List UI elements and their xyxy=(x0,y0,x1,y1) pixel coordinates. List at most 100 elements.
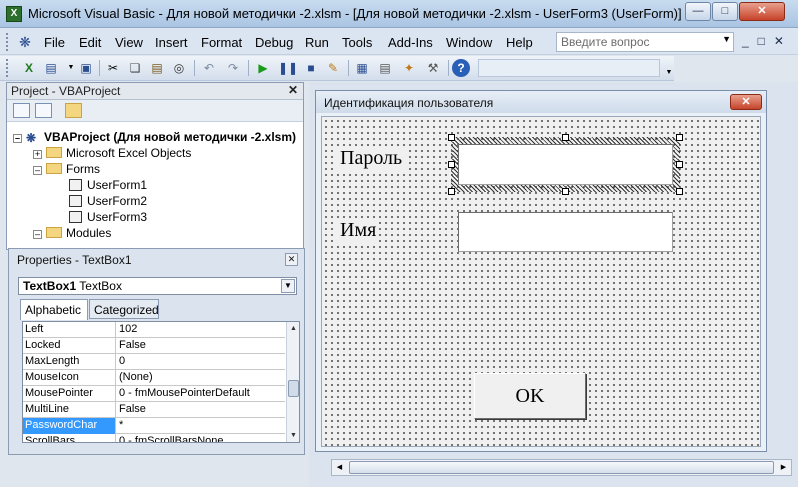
scroll-down-icon[interactable]: ▼ xyxy=(287,429,299,442)
property-row[interactable]: MultiLine False xyxy=(23,402,285,418)
menu-add-ins[interactable]: Add-Ins xyxy=(388,35,433,50)
password-textbox[interactable] xyxy=(458,144,673,185)
resize-handle[interactable] xyxy=(562,134,569,141)
menu-view[interactable]: View xyxy=(115,35,143,50)
menu-debug[interactable]: Debug xyxy=(255,35,293,50)
tree-item-userform3[interactable]: UserForm3 xyxy=(69,209,147,225)
tree-item-userform1[interactable]: UserForm1 xyxy=(69,177,147,193)
property-value[interactable]: * xyxy=(119,418,123,433)
cut-icon[interactable]: ✂ xyxy=(104,59,122,77)
chevron-down-icon[interactable]: ▼ xyxy=(660,64,678,82)
property-row[interactable]: Locked False xyxy=(23,338,285,354)
maximize-button[interactable]: □ xyxy=(712,2,738,21)
copy-icon[interactable]: ❏ xyxy=(126,59,144,77)
property-value[interactable]: False xyxy=(119,338,146,353)
menu-format[interactable]: Format xyxy=(201,35,242,50)
scroll-thumb[interactable] xyxy=(288,380,299,397)
undo-icon[interactable]: ↶ xyxy=(200,59,218,77)
menu-run[interactable]: Run xyxy=(305,35,329,50)
chevron-down-icon[interactable]: ▼ xyxy=(281,279,295,293)
view-object-icon[interactable] xyxy=(35,103,52,118)
chevron-down-icon[interactable]: ▼ xyxy=(722,34,731,44)
property-value[interactable]: 102 xyxy=(119,322,137,337)
project-explorer-icon[interactable]: ▦ xyxy=(353,59,371,77)
horizontal-scrollbar[interactable]: ◀ ▶ xyxy=(331,459,792,476)
toolbar-grip[interactable] xyxy=(6,59,9,77)
excel-view-icon[interactable]: X xyxy=(20,59,38,77)
property-value[interactable]: 0 xyxy=(119,354,125,369)
save-icon[interactable]: ▣ xyxy=(77,59,95,77)
userform-canvas[interactable]: Пароль Имя OK xyxy=(321,116,761,447)
scroll-left-icon[interactable]: ◀ xyxy=(332,460,347,475)
properties-window-icon[interactable]: ▤ xyxy=(376,59,394,77)
scroll-right-icon[interactable]: ▶ xyxy=(776,460,791,475)
resize-handle[interactable] xyxy=(676,161,683,168)
scroll-up-icon[interactable]: ▲ xyxy=(287,322,299,335)
run-icon[interactable]: ▶ xyxy=(254,59,272,77)
object-browser-icon[interactable]: ✦ xyxy=(400,59,418,77)
menu-file[interactable]: File xyxy=(44,35,65,50)
name-textbox[interactable] xyxy=(458,212,673,252)
tree-item-userform2[interactable]: UserForm2 xyxy=(69,193,147,209)
toolbox-icon[interactable]: ⚒ xyxy=(424,59,442,77)
insert-userform-icon[interactable]: ▤ xyxy=(42,59,60,77)
close-icon[interactable]: ✕ xyxy=(286,84,300,98)
close-button[interactable]: ✕ xyxy=(739,2,785,21)
close-icon[interactable]: ✕ xyxy=(285,253,298,266)
property-row[interactable]: ScrollBars 0 - fmScrollBarsNone xyxy=(23,434,285,442)
mdi-window-buttons[interactable]: _□✕ xyxy=(742,34,793,48)
resize-handle[interactable] xyxy=(676,134,683,141)
find-icon[interactable]: ◎ xyxy=(170,59,188,77)
expand-icon[interactable]: + xyxy=(33,150,42,159)
resize-handle[interactable] xyxy=(448,161,455,168)
collapse-icon[interactable]: – xyxy=(33,166,42,175)
paste-icon[interactable]: ▤ xyxy=(148,59,166,77)
userform-caption: Идентификация пользователя xyxy=(324,96,494,110)
minimize-button[interactable]: — xyxy=(685,2,711,21)
scroll-thumb[interactable] xyxy=(349,461,774,474)
redo-icon[interactable]: ↷ xyxy=(224,59,242,77)
break-icon[interactable]: ❚❚ xyxy=(278,59,298,77)
tab-categorized[interactable]: Categorized xyxy=(89,299,159,319)
menu-insert[interactable]: Insert xyxy=(155,35,188,50)
userform-window[interactable]: Идентификация пользователя ✕ Пароль Имя … xyxy=(315,90,767,452)
menu-help[interactable]: Help xyxy=(506,35,533,50)
resize-handle[interactable] xyxy=(676,188,683,195)
property-value[interactable]: (None) xyxy=(119,370,153,385)
property-value[interactable]: 0 - fmMousePointerDefault xyxy=(119,386,250,401)
menu-edit[interactable]: Edit xyxy=(79,35,101,50)
resize-handle[interactable] xyxy=(448,188,455,195)
property-value[interactable]: False xyxy=(119,402,146,417)
collapse-icon[interactable]: – xyxy=(33,230,42,239)
userform-close-button[interactable]: ✕ xyxy=(730,94,762,110)
label-password[interactable]: Пароль xyxy=(337,147,406,170)
tree-item-excel-objects[interactable]: + Microsoft Excel Objects xyxy=(33,145,191,161)
help-icon[interactable]: ? xyxy=(452,59,470,77)
reset-icon[interactable]: ■ xyxy=(302,59,320,77)
toolbar-grip[interactable] xyxy=(6,33,9,51)
label-name[interactable]: Имя xyxy=(337,219,380,242)
menu-tools[interactable]: Tools xyxy=(342,35,372,50)
ok-button[interactable]: OK xyxy=(474,373,586,419)
tab-alphabetic[interactable]: Alphabetic xyxy=(20,299,88,320)
resize-handle[interactable] xyxy=(562,188,569,195)
ask-question-box[interactable]: Введите вопрос ▼ xyxy=(556,32,734,52)
tree-item-forms[interactable]: – Forms xyxy=(33,161,100,177)
object-selector[interactable]: TextBox1 TextBox ▼ xyxy=(18,277,297,295)
design-mode-icon[interactable]: ✎ xyxy=(324,59,342,77)
property-row[interactable]: MaxLength 0 xyxy=(23,354,285,370)
collapse-icon[interactable]: – xyxy=(13,134,22,143)
tree-root[interactable]: – ❋ VBAProject (Для новой методички -2.xls… xyxy=(13,129,296,145)
vertical-scrollbar[interactable]: ▲ ▼ xyxy=(286,322,299,442)
tree-item-modules[interactable]: – Modules xyxy=(33,225,111,241)
property-name: MouseIcon xyxy=(23,370,116,386)
menu-window[interactable]: Window xyxy=(446,35,492,50)
property-row-selected[interactable]: PasswordChar * xyxy=(23,418,285,434)
property-row[interactable]: Left 102 xyxy=(23,322,285,338)
view-code-icon[interactable] xyxy=(13,103,30,118)
property-row[interactable]: MousePointer 0 - fmMousePointerDefault xyxy=(23,386,285,402)
resize-handle[interactable] xyxy=(448,134,455,141)
property-row[interactable]: MouseIcon (None) xyxy=(23,370,285,386)
property-value[interactable]: 0 - fmScrollBarsNone xyxy=(119,434,224,442)
toggle-folders-icon[interactable] xyxy=(65,103,82,118)
